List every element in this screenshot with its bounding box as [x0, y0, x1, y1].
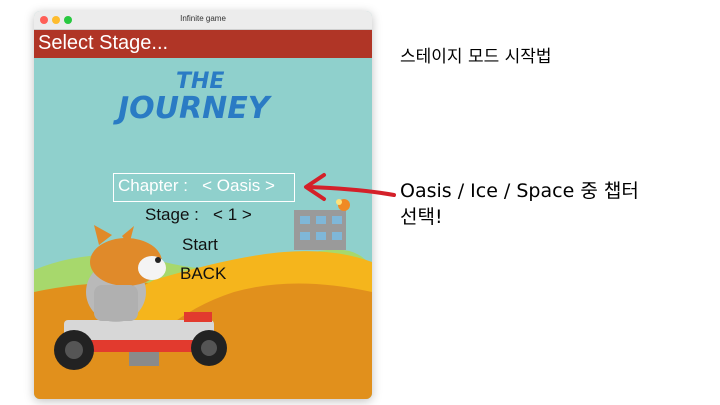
chapter-value[interactable]: < Oasis > [202, 176, 275, 195]
annotation-title: 스테이지 모드 시작법 [400, 47, 552, 67]
chapter-label: Chapter : [118, 176, 188, 195]
chapter-selector-text[interactable]: Chapter : < Oasis > [118, 176, 275, 196]
annotation-note-line1: Oasis / Ice / Space 중 챕터 [400, 180, 639, 202]
window-title: Infinite game [180, 14, 226, 23]
stage-value[interactable]: < 1 > [213, 205, 252, 224]
start-button[interactable]: Start [182, 235, 218, 255]
stage-selector[interactable]: Stage : < 1 > [145, 205, 252, 225]
select-stage-banner: Select Stage... [34, 30, 372, 58]
game-canvas: THE JOURNEY Select Stage... Chapter: < … [34, 30, 372, 399]
title-bar: Infinite game [34, 11, 372, 30]
svg-text:JOURNEY: JOURNEY [113, 91, 273, 126]
annotation-chapter-note: Oasis / Ice / Space 중 챕터 선택! [400, 178, 639, 230]
back-button[interactable]: BACK [180, 264, 226, 284]
annotation-note-line2: 선택! [400, 206, 443, 228]
stage-label: Stage : [145, 205, 199, 224]
red-arrow-annotation [304, 173, 396, 201]
banner-label: Select Stage... [38, 32, 169, 54]
